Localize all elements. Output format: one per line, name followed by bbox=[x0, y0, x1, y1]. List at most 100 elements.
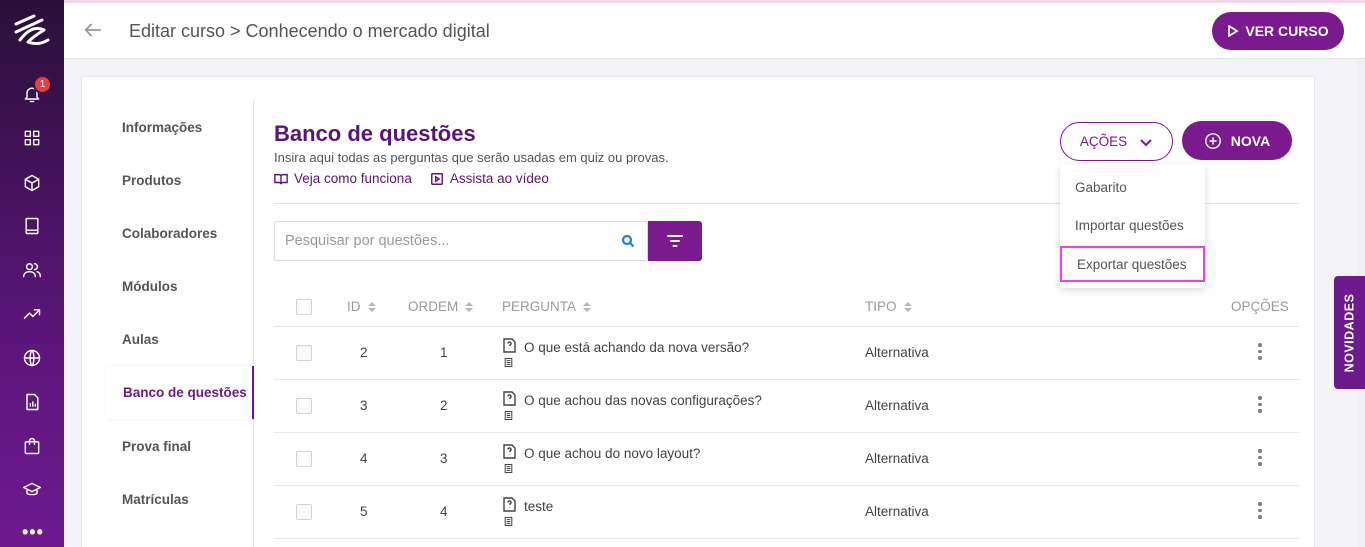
row-checkbox[interactable] bbox=[296, 451, 312, 467]
column-header-id[interactable]: ID bbox=[347, 299, 376, 314]
row-options-icon[interactable] bbox=[1258, 343, 1262, 360]
news-tab-label: NOVIDADES bbox=[1342, 293, 1357, 372]
list-icon bbox=[504, 463, 513, 474]
grid-icon[interactable] bbox=[20, 126, 44, 150]
new-question-label: NOVA bbox=[1230, 132, 1271, 149]
table-row: 2 1 O que está achando da nova versão? A… bbox=[274, 327, 1299, 380]
column-header-options: OPÇÕES bbox=[1231, 299, 1289, 314]
breadcrumb: Editar curso > Conhecendo o mercado digi… bbox=[129, 21, 490, 41]
menu-item-export-questions[interactable]: Exportar questões bbox=[1060, 246, 1205, 282]
row-type: Alternativa bbox=[865, 398, 929, 413]
row-id: 5 bbox=[360, 504, 368, 519]
top-header: Editar curso > Conhecendo o mercado digi… bbox=[64, 3, 1365, 59]
page-description: Insira aqui todas as perguntas que serão… bbox=[274, 150, 669, 165]
shopping-bag-icon[interactable] bbox=[20, 434, 44, 458]
filter-button[interactable] bbox=[648, 221, 702, 261]
view-course-label: VER CURSO bbox=[1245, 23, 1329, 39]
column-header-question[interactable]: PERGUNTA bbox=[502, 299, 592, 314]
cube-icon[interactable] bbox=[20, 171, 44, 195]
select-all-checkbox[interactable] bbox=[296, 299, 312, 315]
row-type: Alternativa bbox=[865, 345, 929, 360]
subnav-item-produtos[interactable]: Produtos bbox=[106, 154, 254, 207]
notification-badge: 1 bbox=[33, 75, 52, 94]
graduation-cap-icon[interactable] bbox=[20, 478, 44, 502]
sort-icon bbox=[367, 301, 376, 312]
row-checkbox[interactable] bbox=[296, 398, 312, 414]
row-type: Alternativa bbox=[865, 504, 929, 519]
search-box bbox=[274, 221, 648, 261]
column-question-label: PERGUNTA bbox=[502, 299, 577, 314]
subnav-item-banco-de-questoes[interactable]: Banco de questões bbox=[106, 366, 254, 419]
chevron-down-icon bbox=[1140, 138, 1152, 146]
column-id-label: ID bbox=[347, 299, 361, 314]
list-icon bbox=[504, 410, 513, 421]
sort-icon bbox=[465, 301, 474, 312]
question-type-icon bbox=[503, 444, 517, 474]
subnav-item-aulas[interactable]: Aulas bbox=[106, 313, 254, 366]
table-row: 5 4 teste Alternativa bbox=[274, 486, 1299, 539]
question-type-icon bbox=[503, 338, 517, 368]
row-id: 4 bbox=[360, 451, 368, 466]
sort-icon bbox=[903, 301, 912, 312]
row-options-icon[interactable] bbox=[1258, 449, 1262, 466]
row-type: Alternativa bbox=[865, 451, 929, 466]
users-icon[interactable] bbox=[20, 258, 44, 282]
filter-icon bbox=[667, 235, 683, 247]
trending-icon[interactable] bbox=[20, 302, 44, 326]
search-icon[interactable] bbox=[621, 234, 635, 248]
actions-menu: Gabarito Importar questões Exportar ques… bbox=[1060, 164, 1205, 288]
video-icon bbox=[430, 172, 443, 185]
actions-label: AÇÕES bbox=[1079, 134, 1128, 149]
row-question[interactable]: teste bbox=[524, 499, 553, 514]
subnav-item-prova-final[interactable]: Prova final bbox=[106, 420, 254, 473]
subnav-divider bbox=[253, 101, 254, 547]
how-it-works-label: Veja como funciona bbox=[294, 171, 412, 186]
sort-icon bbox=[583, 301, 592, 312]
more-icon[interactable]: ••• bbox=[22, 522, 44, 543]
list-icon bbox=[504, 357, 513, 368]
column-header-type[interactable]: TIPO bbox=[865, 299, 912, 314]
table-row: 4 3 O que achou do novo layout? Alternat… bbox=[274, 433, 1299, 486]
subnav-item-informacoes[interactable]: Informações bbox=[106, 101, 254, 154]
row-options-icon[interactable] bbox=[1258, 396, 1262, 413]
row-checkbox[interactable] bbox=[296, 345, 312, 361]
new-question-button[interactable]: NOVA bbox=[1182, 121, 1292, 160]
book-icon[interactable] bbox=[20, 214, 44, 238]
logo-icon[interactable] bbox=[10, 10, 54, 54]
watch-video-label: Assista ao vídeo bbox=[449, 171, 549, 186]
report-icon[interactable] bbox=[20, 390, 44, 414]
row-options-icon[interactable] bbox=[1258, 502, 1262, 519]
table-header: ID ORDEM PERGUNTA TIPO OPÇÕES bbox=[274, 287, 1299, 327]
subnav-item-modulos[interactable]: Módulos bbox=[106, 260, 254, 313]
page-title: Banco de questões bbox=[274, 121, 476, 146]
watch-video-link[interactable]: Assista ao vídeo bbox=[430, 171, 549, 186]
news-side-tab[interactable]: NOVIDADES bbox=[1334, 276, 1365, 389]
plus-circle-icon bbox=[1204, 132, 1221, 149]
row-id: 3 bbox=[360, 398, 368, 413]
subnav-item-matriculas[interactable]: Matrículas bbox=[106, 473, 254, 526]
view-course-button[interactable]: VER CURSO bbox=[1212, 12, 1344, 50]
row-checkbox[interactable] bbox=[296, 504, 312, 520]
back-arrow-icon[interactable] bbox=[82, 19, 104, 41]
column-type-label: TIPO bbox=[865, 299, 897, 314]
actions-dropdown-button[interactable]: AÇÕES bbox=[1060, 122, 1173, 161]
menu-item-import-questions[interactable]: Importar questões bbox=[1060, 207, 1205, 243]
content-card: Informações Produtos Colaboradores Módul… bbox=[81, 76, 1315, 547]
row-question[interactable]: O que achou do novo layout? bbox=[524, 446, 700, 461]
globe-icon[interactable] bbox=[20, 346, 44, 370]
help-links: Veja como funciona Assista ao vídeo bbox=[274, 171, 549, 186]
search-input[interactable] bbox=[285, 222, 605, 260]
subnav-active-indicator bbox=[252, 366, 254, 419]
row-order: 3 bbox=[440, 451, 448, 466]
subnav-item-colaboradores[interactable]: Colaboradores bbox=[106, 207, 254, 260]
row-order: 4 bbox=[440, 504, 448, 519]
question-type-icon bbox=[503, 497, 517, 527]
how-it-works-link[interactable]: Veja como funciona bbox=[274, 171, 412, 186]
menu-item-gabarito[interactable]: Gabarito bbox=[1060, 169, 1205, 205]
column-header-order[interactable]: ORDEM bbox=[408, 299, 474, 314]
row-question[interactable]: O que está achando da nova versão? bbox=[524, 340, 749, 355]
row-order: 1 bbox=[440, 345, 448, 360]
row-question[interactable]: O que achou das novas configurações? bbox=[524, 393, 762, 408]
row-order: 2 bbox=[440, 398, 448, 413]
column-order-label: ORDEM bbox=[408, 299, 459, 314]
